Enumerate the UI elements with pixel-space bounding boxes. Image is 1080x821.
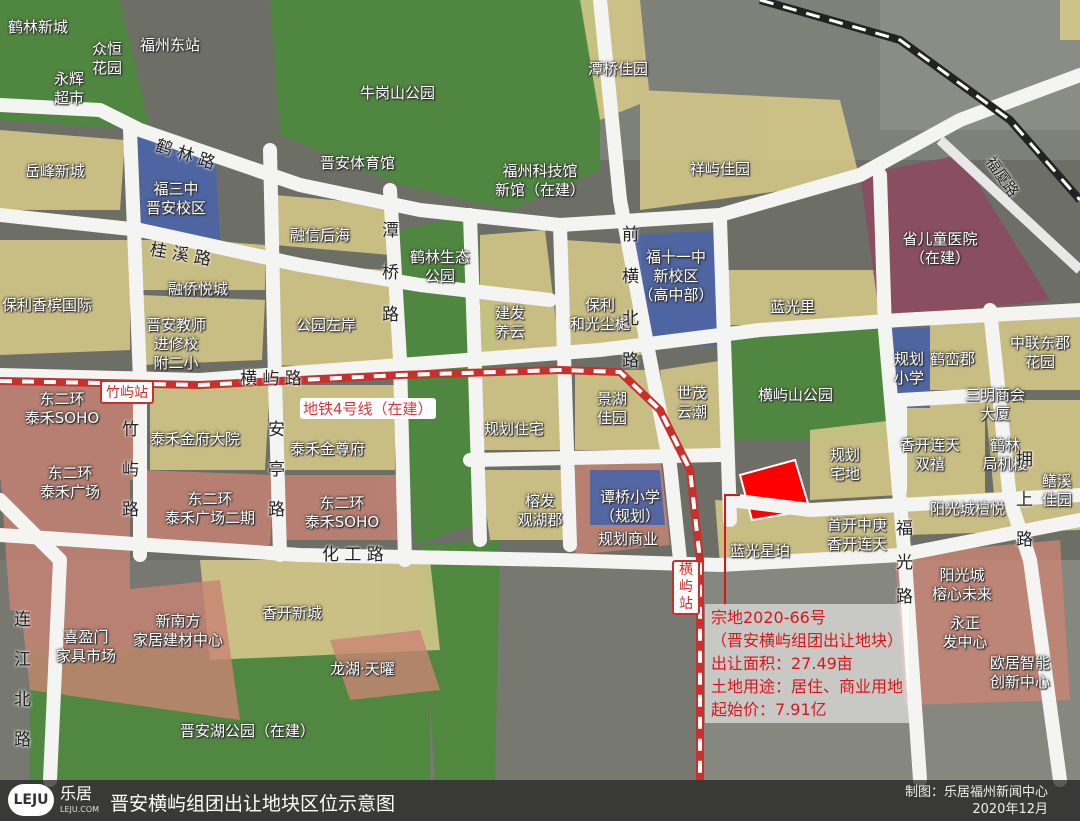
plot-info-panel: 宗地2020-66号 （晋安横屿组团出让地块） 出让面积：27.49亩 土地用途… (705, 604, 910, 723)
credit-date: 2020年12月 (972, 802, 1048, 817)
poi-dongerhuan-erqi: 东二环 泰禾广场二期 (164, 490, 255, 527)
poi-tanqiao-jiayuan: 潭桥佳园 (588, 60, 649, 78)
metro-line-label: 地铁4号线（在建） (300, 398, 436, 419)
poi-jianfa-yangyun: 建发 养云 (494, 304, 525, 341)
poi-taihe-jinzun: 泰禾金尊府 (290, 440, 366, 458)
poi-longhu-tianyao: 龙湖·天曜 (330, 660, 395, 678)
leju-logo: LEJU (8, 784, 54, 816)
poi-helin-shengtai: 鹤林生态 公园 (409, 248, 470, 285)
poi-taihe-jinfu: 泰禾金府大院 (150, 430, 241, 448)
poi-xiangkai-shuangxi: 香开连天 双禧 (899, 436, 960, 473)
poi-shoukai-zhonggeng: 首开中庚 香开连天 (826, 516, 887, 553)
poi-shimao-yunchao: 世茂 云潮 (676, 384, 707, 421)
plot-usage: 土地用途：居住、商业用地 (711, 677, 904, 696)
road-qianheng-lu: 前 横 北 路 (622, 225, 639, 371)
road-fuguang-lu: 福 光 路 (896, 519, 913, 607)
poi-xinnanfang: 新南方 家居建材中心 (132, 612, 223, 649)
poi-jinghu-jiayuan: 景湖 佳园 (596, 390, 627, 427)
poi-rongfa-guanhu: 榕发 观湖郡 (517, 492, 563, 529)
plot-price: 起始价：7.91亿 (711, 700, 827, 719)
poi-zhonglian-dongjun: 中联东郡 花园 (1009, 334, 1070, 371)
credit-author: 制图：乐居福州新闻中心 (904, 785, 1048, 800)
poi-ouju-zhineng: 欧居智能 创新中心 (989, 654, 1050, 691)
poi-hengyushan: 横屿山公园 (758, 386, 834, 404)
map-canvas: 鹤林新城 福州东站 众恒 花园 永辉 超市 岳峰新城 牛岗山公园 潭桥佳园 晋安… (0, 0, 1080, 821)
poi-jinan-jiaoshi: 晋安教师 进修校 附二小 (145, 316, 206, 372)
poi-guihua-shangye: 规划商业 (598, 530, 659, 548)
metro-station-hengyu: 横 屿 站 (672, 560, 700, 615)
brand-name: 乐居 (60, 784, 93, 803)
poi-niugangshan: 牛岗山公园 (360, 84, 436, 102)
poi-xiangyu-jiayuan: 祥屿佳园 (690, 160, 751, 178)
poi-yangguang-tanyue: 阳光城檀悦 (930, 500, 1006, 518)
poi-languangli: 蓝光里 (770, 298, 816, 316)
road-huagong-lu: 化 工 路 (322, 545, 384, 565)
poi-sheng-ertong: 省儿童医院 （在建） (902, 230, 978, 267)
plot-description: （晋安横屿组团出让地块） (711, 631, 904, 650)
poi-zhongheng-huayuan: 众恒 花园 (91, 40, 122, 77)
poi-yangguang-rongxin: 阳光城 榕心未来 (931, 566, 992, 603)
road-yongshang-lu: 拥 上 路 (1016, 450, 1033, 550)
poi-rongxin-houhai: 融信后海 (290, 226, 351, 244)
poi-jinanhu-gongyuan: 晋安湖公园（在建） (180, 722, 316, 740)
metro-station-zhuyu: 竹屿站 (100, 380, 154, 404)
brand-site: LEJU.COM (60, 805, 100, 814)
poi-helin-xincheng: 鹤林新城 (8, 18, 69, 36)
poi-xiangkai-xincheng: 香开新城 (262, 604, 323, 622)
poi-baoli-xiangbin: 保利香槟国际 (2, 296, 93, 314)
poi-dongerhuan-guangchang: 东二环 泰禾广场 (39, 464, 100, 501)
poi-yongzheng-fazhan: 永正 发中心 (942, 614, 988, 651)
poi-languang-xingbo: 蓝光星珀 (730, 542, 791, 560)
road-anting-lu: 安 亭 路 (268, 420, 285, 520)
poi-fuzhou-dongzhan: 福州东站 (140, 36, 201, 54)
poi-yonghui-chaoshi: 永辉 超市 (53, 70, 84, 107)
road-tanqiao-lu: 潭 桥 路 (382, 221, 399, 325)
road-hengyu-lu: 横 屿 路 (240, 369, 302, 389)
poi-guihua-zhuzhai: 规划住宅 (484, 420, 545, 438)
poi-fushiyi-zhong: 福十一中 新校区 （高中部） (638, 248, 714, 304)
poi-heluan-jun: 鹤峦郡 (930, 350, 976, 368)
plot-number: 宗地2020-66号 (711, 608, 826, 627)
poi-guihua-xiaoxue: 规划 小学 (893, 350, 924, 387)
poi-jinan-tiyuguan: 晋安体育馆 (320, 154, 396, 172)
poi-fusanzhong: 福三中 晋安校区 (145, 180, 206, 217)
map-title: 晋安横屿组团出让地块区位示意图 (110, 793, 396, 815)
poi-gongyuan-zuoan: 公园左岸 (296, 316, 357, 334)
poi-guihua-zhaidi: 规划 宅地 (829, 446, 860, 483)
plot-area: 出让面积：27.49亩 (711, 654, 853, 673)
map-credit: 制图：乐居福州新闻中心 2020年12月 (905, 784, 1048, 818)
poi-sanming-shanghui: 三明商会 大厦 (964, 386, 1025, 423)
poi-tanqiao-xiaoxue: 谭桥小学 （规划） (599, 488, 660, 525)
map-base (0, 0, 1080, 821)
poi-ximen-jiaju: 喜盈门 家具市场 (55, 628, 116, 665)
road-lianjiang-beilu: 连 江 北 路 (14, 610, 31, 750)
poi-xieshui-jiayuan: 鳝溪 佳园 (1041, 472, 1072, 509)
poi-dongerhuan-soho2: 东二环 泰禾SOHO (304, 494, 380, 531)
road-zhuyu-lu: 竹 屿 路 (122, 420, 139, 520)
poi-rongqiao-yuecheng: 融侨悦城 (168, 280, 229, 298)
poi-yuefeng-xincheng: 岳峰新城 (25, 162, 86, 180)
poi-fuzhou-kejiguan: 福州科技馆 新馆（在建） (495, 162, 586, 199)
